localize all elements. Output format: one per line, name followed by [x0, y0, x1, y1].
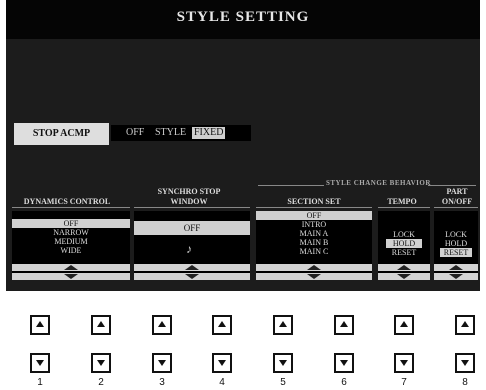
up-arrow-icon — [218, 321, 226, 327]
lcd-screen: STYLE SETTING STOP ACMP OFF STYLE FIXED … — [6, 0, 480, 291]
stop-acmp-button[interactable]: STOP ACMP — [14, 123, 109, 145]
hw-down-button-7[interactable] — [394, 353, 414, 373]
arrow-down-icon — [449, 274, 463, 279]
arrow-down-icon — [64, 274, 78, 279]
eighth-note-icon: ♪ — [186, 242, 192, 256]
scroll-down-bar[interactable] — [378, 273, 430, 280]
part-onoff-label-line1: PART — [446, 187, 468, 196]
divider — [434, 207, 478, 208]
stop-acmp-option-fixed[interactable]: FIXED — [192, 127, 226, 139]
list-item[interactable]: RESET — [440, 248, 472, 257]
down-arrow-icon — [36, 360, 44, 366]
up-arrow-icon — [36, 321, 44, 327]
button-number: 2 — [98, 377, 104, 388]
button-number: 4 — [219, 377, 225, 388]
list-item[interactable]: HOLD — [386, 239, 422, 248]
down-arrow-icon — [400, 360, 408, 366]
button-number: 5 — [280, 377, 286, 388]
down-arrow-icon — [218, 360, 226, 366]
stop-acmp-options: OFF STYLE FIXED — [111, 125, 251, 141]
arrow-down-icon — [397, 274, 411, 279]
up-arrow-icon — [279, 321, 287, 327]
divider — [378, 207, 430, 208]
down-arrow-icon — [279, 360, 287, 366]
button-number: 3 — [159, 377, 165, 388]
down-arrow-icon — [340, 360, 348, 366]
scroll-up-bar[interactable] — [434, 264, 478, 271]
divider — [12, 207, 130, 208]
hw-up-button-4[interactable] — [212, 315, 232, 335]
hw-down-button-5[interactable] — [273, 353, 293, 373]
divider — [134, 207, 250, 208]
button-number: 8 — [462, 377, 468, 388]
list-item[interactable]: MAIN C — [256, 247, 372, 256]
scroll-up-bar[interactable] — [134, 264, 250, 271]
arrow-down-icon — [185, 274, 199, 279]
hw-up-button-2[interactable] — [91, 315, 111, 335]
list-item[interactable]: NARROW — [12, 228, 130, 237]
down-arrow-icon — [158, 360, 166, 366]
scroll-down-bar[interactable] — [256, 273, 372, 280]
scroll-down-bar[interactable] — [434, 273, 478, 280]
hw-down-button-4[interactable] — [212, 353, 232, 373]
list-item[interactable]: MEDIUM — [12, 237, 130, 246]
list-item[interactable]: RESET — [378, 248, 430, 257]
synchro-stop-label-line2: WINDOW — [170, 197, 208, 206]
list-item[interactable]: OFF — [12, 219, 130, 228]
divider — [256, 207, 372, 208]
hw-up-button-6[interactable] — [334, 315, 354, 335]
hw-down-button-2[interactable] — [91, 353, 111, 373]
stop-acmp-option-off[interactable]: OFF — [126, 125, 144, 141]
list-item[interactable]: WIDE — [12, 246, 130, 255]
group-divider-left — [258, 185, 324, 186]
hw-down-button-3[interactable] — [152, 353, 172, 373]
scroll-down-bar[interactable] — [134, 273, 250, 280]
tempo-label: TEMPO — [387, 197, 417, 206]
arrow-up-icon — [307, 265, 321, 270]
arrow-down-icon — [307, 274, 321, 279]
list-item[interactable]: MAIN B — [256, 238, 372, 247]
list-item[interactable]: LOCK — [378, 230, 430, 239]
list-item[interactable]: HOLD — [434, 239, 478, 248]
style-change-behavior-label: STYLE CHANGE BEHAVIOR — [326, 179, 431, 187]
scroll-up-bar[interactable] — [12, 264, 130, 271]
list-item[interactable]: LOCK — [434, 230, 478, 239]
arrow-up-icon — [185, 265, 199, 270]
arrow-up-icon — [449, 265, 463, 270]
arrow-up-icon — [64, 265, 78, 270]
part-onoff-label-line2: ON/OFF — [441, 197, 473, 206]
hw-down-button-8[interactable] — [455, 353, 475, 373]
down-arrow-icon — [97, 360, 105, 366]
group-divider-right — [428, 185, 476, 186]
dynamics-control-label: DYNAMICS CONTROL — [23, 197, 111, 206]
up-arrow-icon — [340, 321, 348, 327]
hw-up-button-8[interactable] — [455, 315, 475, 335]
scroll-up-bar[interactable] — [378, 264, 430, 271]
hw-down-button-1[interactable] — [30, 353, 50, 373]
scroll-down-bar[interactable] — [12, 273, 130, 280]
stop-acmp-option-style[interactable]: STYLE — [155, 125, 186, 141]
hw-up-button-7[interactable] — [394, 315, 414, 335]
button-number: 1 — [37, 377, 43, 388]
list-item[interactable]: OFF — [256, 211, 372, 220]
arrow-up-icon — [397, 265, 411, 270]
button-number: 7 — [401, 377, 407, 388]
up-arrow-icon — [461, 321, 469, 327]
synchro-stop-label-line1: SYNCHRO STOP — [157, 187, 221, 196]
up-arrow-icon — [158, 321, 166, 327]
list-item[interactable]: INTRO — [256, 220, 372, 229]
hw-up-button-3[interactable] — [152, 315, 172, 335]
down-arrow-icon — [461, 360, 469, 366]
hw-down-button-6[interactable] — [334, 353, 354, 373]
page-title: STYLE SETTING — [6, 0, 480, 39]
hw-up-button-1[interactable] — [30, 315, 50, 335]
scroll-up-bar[interactable] — [256, 264, 372, 271]
section-set-label: SECTION SET — [287, 197, 341, 206]
hw-up-button-5[interactable] — [273, 315, 293, 335]
up-arrow-icon — [400, 321, 408, 327]
button-number: 6 — [341, 377, 347, 388]
up-arrow-icon — [97, 321, 105, 327]
list-item[interactable]: MAIN A — [256, 229, 372, 238]
synchro-stop-value[interactable]: OFF — [134, 221, 250, 235]
